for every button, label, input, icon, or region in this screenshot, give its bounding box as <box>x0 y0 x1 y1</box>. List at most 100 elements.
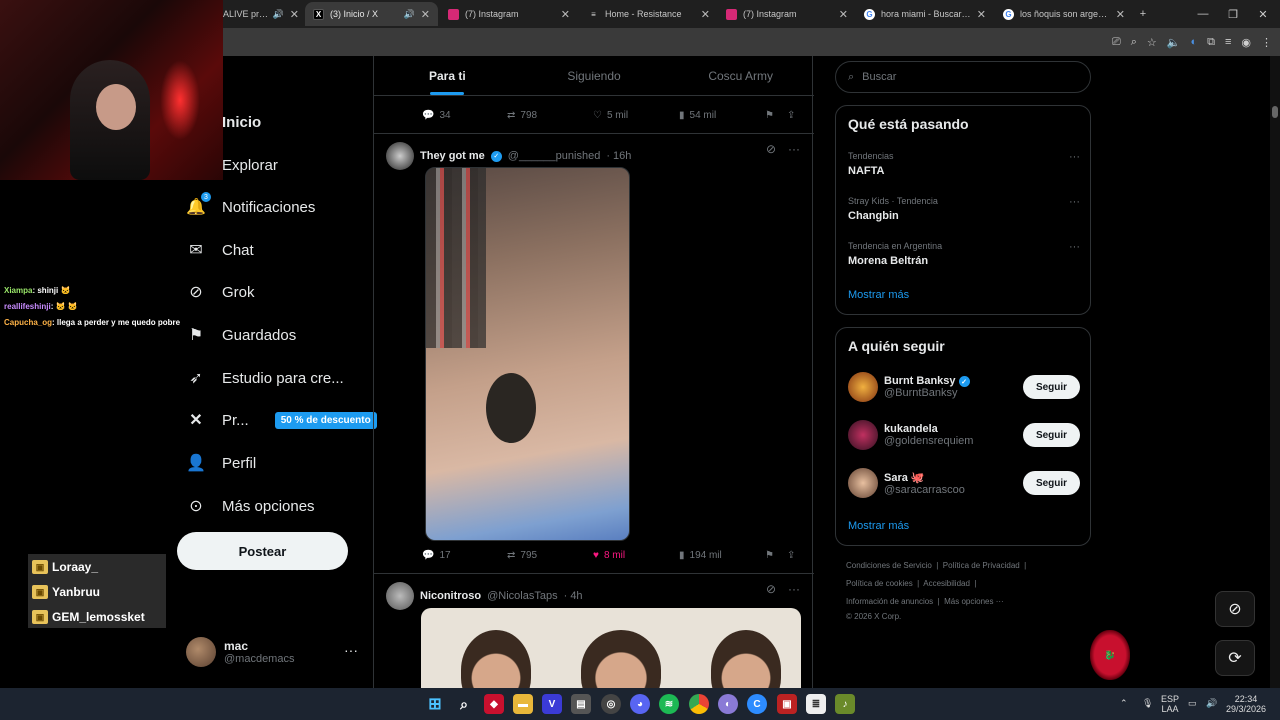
nav-item-creator-studio[interactable]: ➶ Estudio para cre... <box>186 368 343 388</box>
account-switcher[interactable]: mac @macdemacs <box>186 637 294 667</box>
scrollbar[interactable] <box>1270 56 1280 688</box>
follow-suggestion[interactable]: Burnt Banksy ✓ @BurntBanksy Seguir <box>848 371 1080 403</box>
app-icon[interactable]: ▤ <box>571 694 591 714</box>
app-icon[interactable]: ◐ <box>718 694 738 714</box>
nav-item-more[interactable]: ⊙ Más opciones <box>186 496 314 516</box>
profile-avatar-icon[interactable]: ◉ <box>1241 36 1251 49</box>
star-icon[interactable]: ☆ <box>1147 36 1157 49</box>
tweet-video[interactable] <box>425 167 630 541</box>
discord-icon[interactable]: ◕ <box>630 694 650 714</box>
grok-float-button[interactable]: ⊘ <box>1215 591 1255 627</box>
close-icon[interactable]: ✕ <box>977 8 986 21</box>
footer-link[interactable]: Accesibilidad <box>923 579 970 588</box>
nav-item-profile[interactable]: 👤 Perfil <box>186 453 256 473</box>
close-icon[interactable]: ✕ <box>701 8 710 21</box>
volume-icon[interactable]: 🔊 <box>1206 698 1217 708</box>
grok-icon[interactable]: ⊘ <box>766 142 776 156</box>
nav-item-grok[interactable]: ⊘ Grok <box>186 282 254 302</box>
browser-tab[interactable]: G hora miami - Buscar con ✕ <box>856 2 994 26</box>
nav-item-premium[interactable]: ✕ Pr... 50 % de descuento <box>186 410 377 430</box>
avatar[interactable] <box>386 582 414 610</box>
more-icon[interactable]: ··· <box>344 642 358 658</box>
trend-item[interactable]: Tendencia en Argentina Morena Beltrán ··… <box>848 241 1080 267</box>
language-indicator[interactable]: ESP LAA <box>1161 694 1179 714</box>
cast-icon[interactable]: ⎚ <box>1112 36 1121 49</box>
tab-following[interactable]: Siguiendo <box>521 56 668 95</box>
tweet-image[interactable] <box>421 608 801 688</box>
close-icon[interactable]: ✕ <box>290 8 299 21</box>
playlist-icon[interactable]: ≡ <box>1225 36 1231 48</box>
msi-app-icon[interactable]: ◆ <box>484 694 504 714</box>
v-app-icon[interactable]: V <box>542 694 562 714</box>
chrome-icon[interactable] <box>689 694 709 714</box>
more-icon[interactable]: ··· <box>1069 151 1080 163</box>
close-icon[interactable]: ✕ <box>1116 8 1125 21</box>
close-icon[interactable]: ✕ <box>839 8 848 21</box>
tweet-author-handle[interactable]: @NicolasTaps <box>487 590 557 602</box>
new-tab-button[interactable]: + <box>1128 0 1158 28</box>
tweet-time[interactable]: · 4h <box>564 590 583 602</box>
follow-button[interactable]: Seguir <box>1023 375 1080 399</box>
browser-tab[interactable]: ALIVE prese 🔊 ✕ <box>215 2 307 26</box>
microphone-icon[interactable]: 🎙 <box>1142 698 1153 708</box>
notepad-icon[interactable]: ≣ <box>806 694 826 714</box>
maximize-button[interactable]: ❐ <box>1218 0 1248 28</box>
repost-button[interactable]: ⇄ 798 <box>507 110 593 121</box>
obs-icon[interactable]: ◎ <box>601 694 621 714</box>
network-icon[interactable]: ▭ <box>1188 698 1197 708</box>
post-button[interactable]: Postear <box>177 532 348 570</box>
bookmark-icon[interactable]: ⚑ <box>765 110 787 121</box>
trend-item[interactable]: Stray Kids · Tendencia Changbin ··· <box>848 196 1080 222</box>
share-icon[interactable]: ⇪ <box>787 110 795 121</box>
footer-link[interactable]: Información de anuncios <box>846 597 933 606</box>
tweet-author-name[interactable]: They got me <box>420 150 485 162</box>
tab-community[interactable]: Coscu Army <box>667 56 814 95</box>
tweet-time[interactable]: · 16h <box>606 150 631 162</box>
follow-suggestion[interactable]: Sara 🐙 @saracarrascoo Seguir <box>848 467 1080 499</box>
more-icon[interactable]: ··· <box>1069 196 1080 208</box>
browser-tab-active[interactable]: X (3) Inicio / X 🔊 ✕ <box>305 2 438 26</box>
tweet-author-handle[interactable]: @______punished <box>508 150 601 162</box>
avatar[interactable] <box>386 142 414 170</box>
messages-float-button[interactable]: ⟳ <box>1215 640 1255 676</box>
reply-button[interactable]: 💬 34 <box>422 110 507 121</box>
app-icon[interactable]: ▣ <box>777 694 797 714</box>
grok-icon[interactable]: ⊘ <box>766 582 776 596</box>
close-icon[interactable]: ✕ <box>561 8 570 21</box>
window-close-button[interactable]: ✕ <box>1248 0 1278 28</box>
like-button[interactable]: ♥ 8 mil <box>593 550 679 561</box>
kebab-menu-icon[interactable]: ⋮ <box>1261 36 1272 49</box>
nav-item-notifications[interactable]: 🔔 3 Notificaciones <box>186 192 315 217</box>
bookmark-icon[interactable]: ⚑ <box>765 550 787 561</box>
trend-item[interactable]: Tendencias NAFTA ··· <box>848 151 1080 177</box>
follow-suggestion[interactable]: kukandela @goldensrequiem Seguir <box>848 419 1080 451</box>
more-icon[interactable]: ··· <box>788 142 800 156</box>
follow-button[interactable]: Seguir <box>1023 471 1080 495</box>
nav-item-chat[interactable]: ✉ Chat <box>186 240 253 260</box>
views-button[interactable]: ▮ 54 mil <box>679 110 765 121</box>
zoom-icon[interactable]: ⌕ <box>1131 36 1137 49</box>
more-icon[interactable]: ··· <box>1069 241 1080 253</box>
puzzle-icon[interactable]: ⧉ <box>1207 36 1215 49</box>
clock[interactable]: 22:34 29/3/2026 <box>1226 694 1266 714</box>
minimize-button[interactable]: — <box>1188 0 1218 28</box>
footer-link[interactable]: Más opciones ··· <box>944 597 1004 606</box>
browser-tab[interactable]: (7) Instagram ✕ <box>440 2 578 26</box>
browser-tab[interactable]: ≡ Home - Resistance ✕ <box>580 2 718 26</box>
footer-link[interactable]: Política de Privacidad <box>943 561 1020 570</box>
folder-icon[interactable]: ▬ <box>513 694 533 714</box>
browser-tab[interactable]: (7) Instagram ✕ <box>718 2 856 26</box>
close-icon[interactable]: ✕ <box>421 8 430 21</box>
reply-button[interactable]: 💬 17 <box>422 550 507 561</box>
footer-link[interactable]: Condiciones de Servicio <box>846 561 932 570</box>
browser-tab[interactable]: G los ñoquis son argentin ✕ <box>995 2 1133 26</box>
views-button[interactable]: ▮ 194 mil <box>679 550 765 561</box>
extension-icon[interactable]: ◐ <box>1190 36 1197 48</box>
search-input[interactable]: ⌕ Buscar <box>835 61 1091 93</box>
tab-for-you[interactable]: Para ti <box>374 56 521 95</box>
show-more-link[interactable]: Mostrar más <box>848 289 909 301</box>
share-icon[interactable]: ⇪ <box>787 550 795 561</box>
spotify-icon[interactable]: ≋ <box>659 694 679 714</box>
like-button[interactable]: ♡ 5 mil <box>593 110 679 121</box>
speaker-icon[interactable]: 🔈 <box>1167 36 1181 49</box>
